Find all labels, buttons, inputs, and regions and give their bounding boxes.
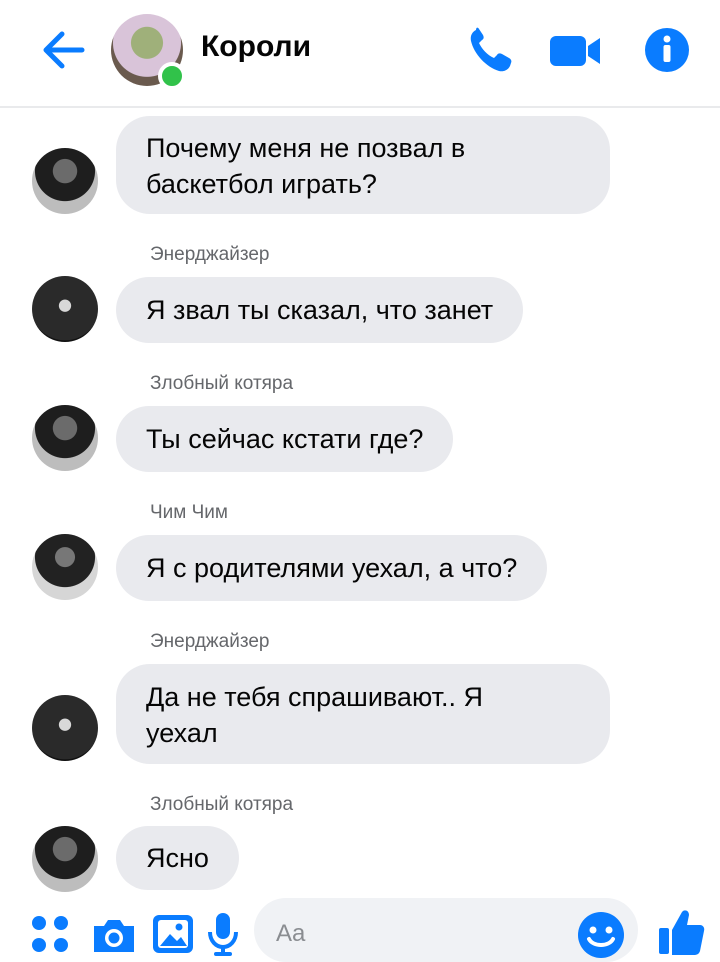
sender-name: Энерджайзер bbox=[150, 244, 270, 265]
camera-icon[interactable] bbox=[90, 914, 138, 956]
message-bubble[interactable]: Ясно bbox=[116, 826, 239, 890]
avatar[interactable] bbox=[32, 826, 98, 892]
info-icon[interactable] bbox=[644, 24, 690, 76]
sender-name: Злобный котяра bbox=[150, 794, 294, 815]
message-bubble[interactable]: Я звал ты сказал, что занет bbox=[116, 277, 524, 343]
avatar[interactable] bbox=[32, 405, 98, 471]
message-bubble[interactable]: Я с родителями уехал, а что? bbox=[116, 535, 548, 601]
video-camera-icon[interactable] bbox=[548, 24, 602, 76]
chat-title[interactable]: Короли bbox=[201, 30, 311, 64]
four-dots-icon[interactable] bbox=[28, 912, 72, 956]
sender-name: Злобный котяра bbox=[150, 373, 294, 394]
image-icon[interactable] bbox=[150, 912, 196, 956]
microphone-icon[interactable] bbox=[206, 910, 240, 958]
avatar[interactable] bbox=[32, 695, 98, 761]
smile-icon[interactable] bbox=[576, 910, 626, 960]
message-bubble[interactable]: Да не тебя спрашивают.. Я уехал bbox=[116, 664, 610, 764]
message-bubble[interactable]: Почему меня не позвал в баскетбол играть… bbox=[116, 116, 610, 214]
avatar[interactable] bbox=[32, 534, 98, 600]
message-bubble[interactable]: Ты сейчас кстати где? bbox=[116, 406, 454, 472]
sender-name: Энерджайзер bbox=[150, 631, 270, 652]
message-input-placeholder: Aa bbox=[276, 920, 306, 947]
chat-header: Короли bbox=[0, 0, 720, 108]
avatar[interactable] bbox=[32, 276, 98, 342]
thumbs-up-icon[interactable] bbox=[656, 906, 706, 958]
phone-icon[interactable] bbox=[466, 24, 514, 76]
online-status-dot bbox=[158, 62, 186, 90]
avatar[interactable] bbox=[32, 148, 98, 214]
sender-name: Чим Чим bbox=[150, 502, 228, 523]
arrow-left-icon[interactable] bbox=[38, 26, 88, 74]
